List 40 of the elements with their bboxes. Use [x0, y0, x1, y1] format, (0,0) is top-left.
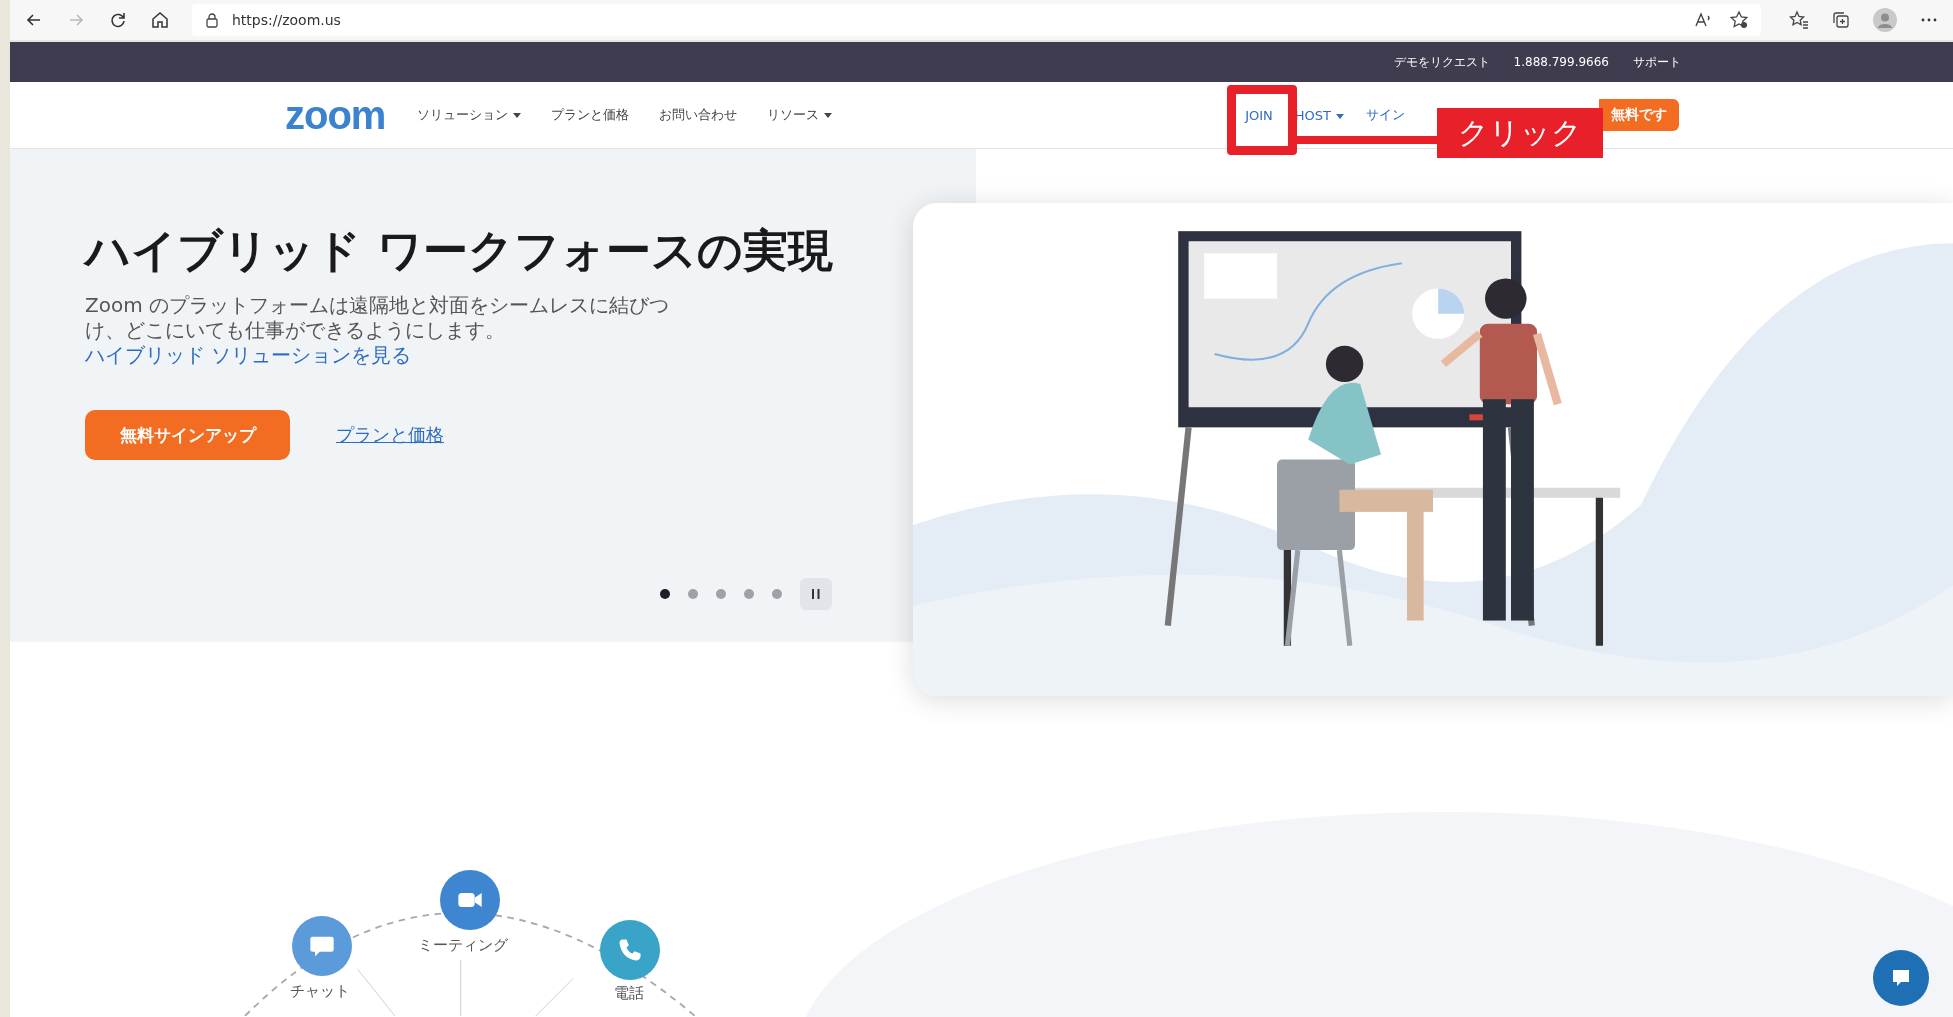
- favorite-add-icon[interactable]: [1729, 10, 1749, 30]
- carousel-dot[interactable]: [660, 589, 670, 599]
- feature-icon-circle[interactable]: [600, 920, 660, 980]
- carousel-dot[interactable]: [688, 589, 698, 599]
- nav-link[interactable]: サイン: [1366, 106, 1405, 124]
- hero-title: ハイブリッド ワークフォースの実現: [85, 223, 834, 279]
- home-icon[interactable]: [150, 10, 170, 30]
- collections-icon[interactable]: [1831, 10, 1851, 30]
- address-bar[interactable]: https://zoom.us: [192, 4, 1761, 36]
- pause-button[interactable]: [800, 578, 832, 610]
- top-bar-link[interactable]: 1.888.799.9666: [1513, 55, 1609, 69]
- carousel-dot[interactable]: [744, 589, 754, 599]
- carousel-dot[interactable]: [772, 589, 782, 599]
- profile-avatar-icon[interactable]: [1873, 8, 1897, 32]
- url-text: https://zoom.us: [232, 12, 341, 28]
- favorites-icon[interactable]: [1789, 10, 1809, 30]
- nav-menu-item[interactable]: プランと価格: [551, 106, 630, 124]
- hybrid-solutions-link[interactable]: ハイブリッド ソリューションを見る: [85, 343, 412, 367]
- feature-icon-circle[interactable]: [292, 916, 352, 976]
- zoom-logo[interactable]: zoom: [285, 95, 386, 135]
- feature-label: 電話: [614, 984, 644, 1003]
- feature-label: ミーティング: [418, 936, 508, 955]
- reload-icon[interactable]: [108, 10, 128, 30]
- top-bar-link[interactable]: サポート: [1633, 53, 1681, 71]
- hero-description: Zoom のプラットフォームは遠隔地と対面をシームレスに結びつけ、どこにいても仕事ができるようにします。 ハイブリッド ソリューションを見る: [85, 293, 670, 368]
- nav-menu-item[interactable]: リソース: [767, 106, 833, 124]
- nav-menu-item[interactable]: ソリューション: [417, 106, 522, 124]
- plans-pricing-link[interactable]: プランと価格: [336, 423, 444, 447]
- nav-menu-item[interactable]: お問い合わせ: [659, 106, 738, 124]
- caret-icon: [513, 113, 522, 118]
- caret-icon: [1336, 113, 1344, 119]
- feature-icon-circle[interactable]: [440, 870, 500, 930]
- annotation-label: クリック: [1437, 108, 1603, 158]
- pause-icon: [811, 588, 821, 600]
- nav-link[interactable]: JOIN: [1245, 107, 1273, 123]
- top-bar-link[interactable]: デモをリクエスト: [1393, 53, 1490, 71]
- carousel-dot[interactable]: [716, 589, 726, 599]
- lock-icon: [204, 12, 220, 28]
- feature-label: チャット: [290, 982, 350, 1001]
- caret-icon: [824, 113, 833, 118]
